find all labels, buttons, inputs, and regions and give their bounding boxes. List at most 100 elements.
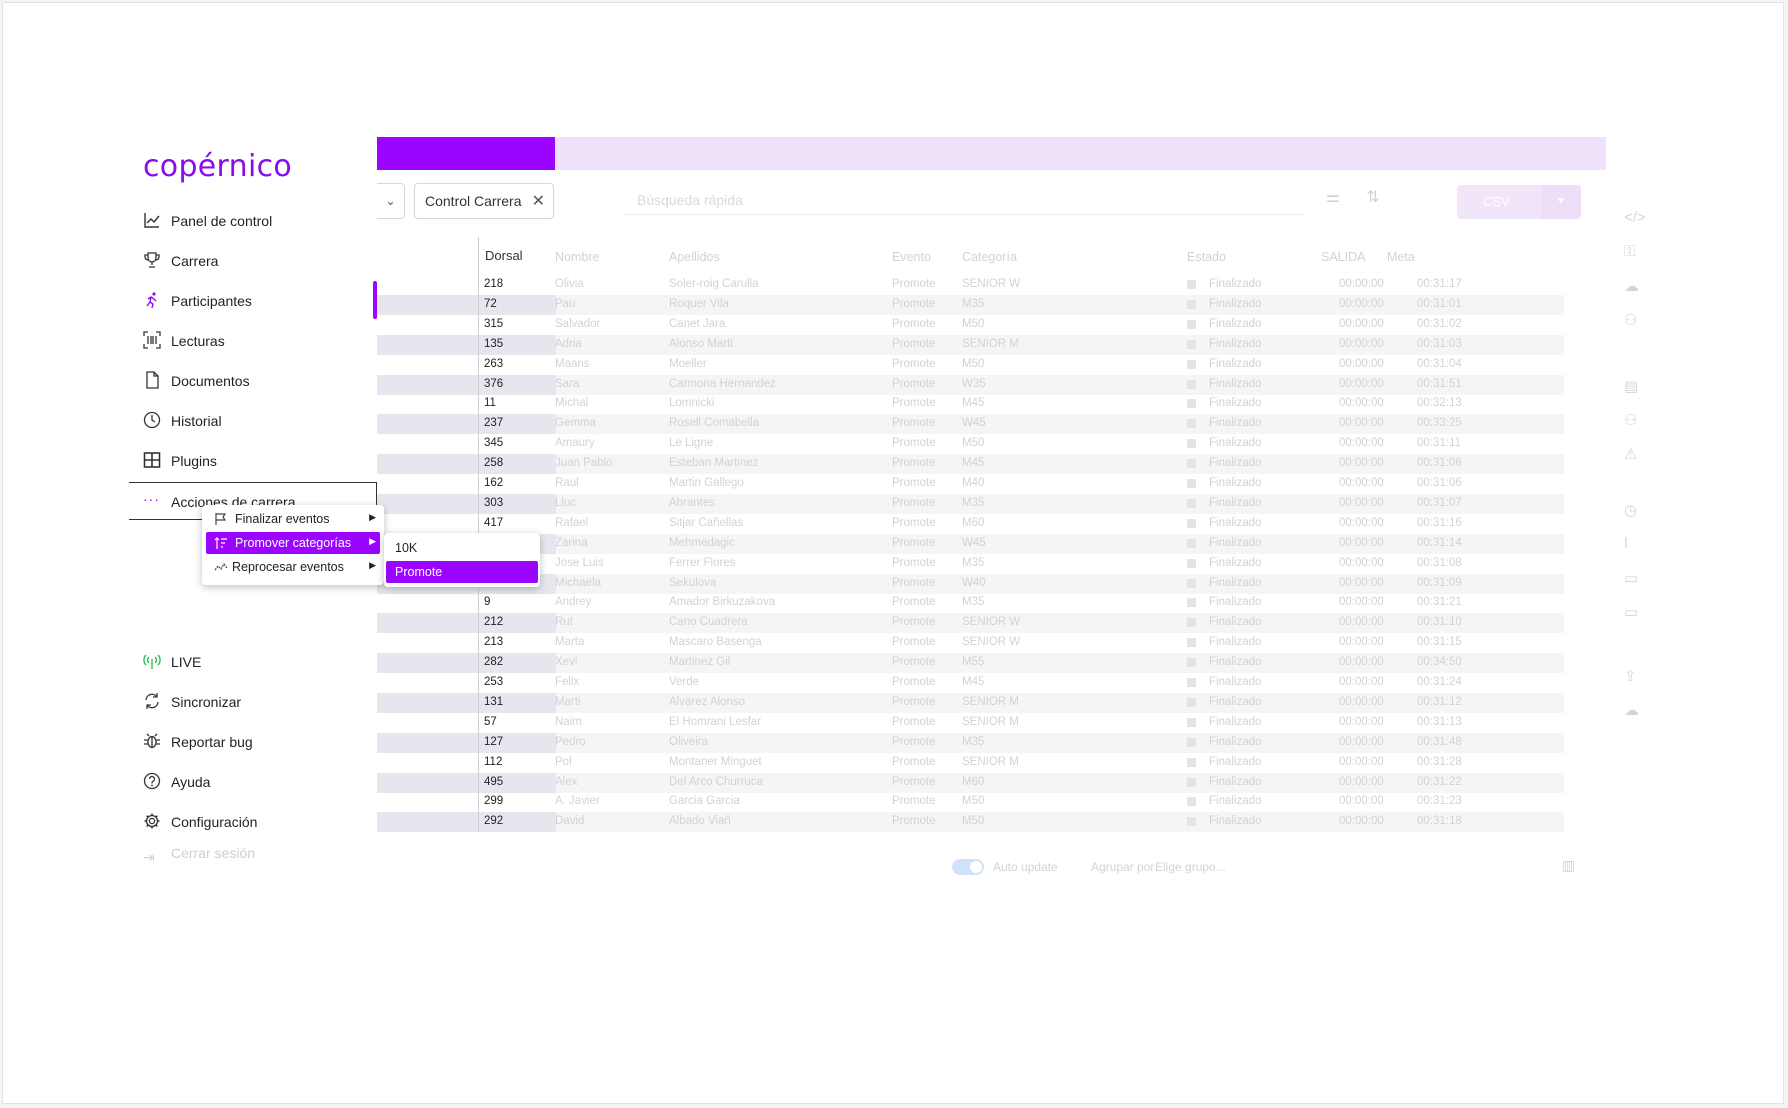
csv-dropdown-button[interactable]: ▼ — [1541, 185, 1581, 219]
col-meta[interactable]: Meta — [1387, 250, 1415, 264]
close-icon[interactable]: ✕ — [532, 191, 545, 211]
sidebar-item-historial[interactable]: Historial — [129, 403, 377, 439]
salida-cell: 00:00:00 — [1339, 537, 1384, 549]
col-nombre[interactable]: Nombre — [555, 250, 599, 264]
monitor-icon[interactable]: ▭ — [1624, 603, 1638, 621]
salida-cell: 00:00:00 — [1339, 736, 1384, 748]
table-row[interactable]: Amaury Le Ligne Promote M50 Finalizado 00:00:… — [549, 434, 1564, 454]
table-row[interactable]: Raul Martin Gallego Promote M40 Finalizado 00… — [549, 474, 1564, 494]
meta-cell: 00:33:25 — [1417, 417, 1462, 429]
table-row[interactable]: A. Javier Garcia Garcia Promote M50 Finaliza… — [549, 792, 1564, 812]
salida-cell: 00:00:00 — [1339, 298, 1384, 310]
salida-cell: 00:00:00 — [1339, 338, 1384, 350]
chevron-down-icon[interactable]: ⌄ — [377, 183, 405, 219]
stopwatch-icon[interactable]: ◷ — [1624, 501, 1637, 519]
table-row[interactable]: Naim El Homrani Lesfar Promote SENIOR M Fina… — [549, 713, 1564, 733]
sidebar-item-lecturas[interactable]: Lecturas — [129, 323, 377, 359]
evento-cell: Promote — [892, 756, 936, 768]
info-icon[interactable]: ǀ — [1624, 535, 1628, 552]
sidebar-item-configuracion[interactable]: Configuración — [129, 804, 377, 840]
sidebar-item-documentos[interactable]: Documentos — [129, 363, 377, 399]
table-row[interactable]: Alex Del Arco Churruca Promote M60 Finalizad… — [549, 773, 1564, 793]
laptop-icon[interactable]: ▭ — [1624, 569, 1638, 587]
menu-item-reprocesar-eventos[interactable]: Reprocesar eventos ▶ — [206, 556, 380, 578]
table-row[interactable]: Michaela Sekulova Promote W40 Finalizado 00:0… — [549, 574, 1564, 594]
cloud-upload-icon[interactable]: ☁ — [1624, 701, 1639, 719]
col-estado[interactable]: Estado — [1187, 250, 1226, 264]
table-row[interactable]: Juan Pablo Esteban Martinez Promote M45 Fina… — [549, 454, 1564, 474]
sidebar-item-ayuda[interactable]: Ayuda — [129, 764, 377, 800]
categoria-cell: M40 — [962, 477, 985, 489]
clipboard-icon[interactable]: ▤ — [1624, 377, 1638, 395]
menu-item-promover-categorias[interactable]: Promover categorías ▶ — [206, 532, 380, 554]
table-row[interactable]: Marta Mascaro Basenga Promote SENIOR W Final… — [549, 633, 1564, 653]
dorsal-cell: 258 — [478, 454, 556, 474]
col-dorsal[interactable]: Dorsal — [478, 237, 556, 275]
submenu-item-promote[interactable]: Promote — [386, 561, 538, 583]
table-row[interactable]: Gemma Rosell Comabella Promote W45 Finalizad… — [549, 414, 1564, 434]
table-row[interactable]: Xevi Martinez Gil Promote M55 Finalizado 00:0… — [549, 653, 1564, 673]
col-apellidos[interactable]: Apellidos — [669, 250, 720, 264]
table-row[interactable]: Olivia Soler-roig Carulla Promote SENIOR W F… — [549, 275, 1564, 295]
table-row[interactable]: Zarina Mehmedagic Promote W45 Finalizado 00:0… — [549, 534, 1564, 554]
table-row[interactable]: Pau Roquer Vila Promote M35 Finalizado 00:00:… — [549, 295, 1564, 315]
key-icon[interactable]: ⚿ — [1624, 243, 1635, 260]
table-row[interactable]: Andrey Amador Birkuzakova Promote M35 Finali… — [549, 593, 1564, 613]
menu-item-finalizar-eventos[interactable]: Finalizar eventos ▶ — [206, 508, 380, 530]
table-row[interactable]: David Albado Viaň Promote M50 Finalizado 00:0… — [549, 812, 1564, 832]
auto-update-toggle[interactable] — [952, 859, 984, 875]
submenu-item-10k[interactable]: 10K — [386, 537, 538, 559]
salida-cell: 00:00:00 — [1339, 318, 1384, 330]
sidebar-item-reportar-bug[interactable]: Reportar bug — [129, 724, 377, 760]
table-row[interactable]: Pedro Oliveira Promote M35 Finalizado 00:00:0… — [549, 733, 1564, 753]
evento-cell: Promote — [892, 517, 936, 529]
table-row-left-cell — [377, 593, 478, 613]
table-row-left-cell — [377, 633, 478, 653]
table-row[interactable]: Felix Verde Promote M45 Finalizado 00:00:00 00… — [549, 673, 1564, 693]
filter-chip[interactable]: Control Carrera ✕ — [414, 183, 554, 219]
col-categoria[interactable]: Categoría — [962, 250, 1017, 264]
table-row[interactable]: Michal Lomnicki Promote M45 Finalizado 00:00:… — [549, 394, 1564, 414]
code-icon[interactable]: </> — [1624, 209, 1646, 226]
status-flag-icon — [1187, 360, 1196, 369]
table-row[interactable]: Adria Alonso Marti Promote SENIOR M Finaliza… — [549, 335, 1564, 355]
estado-cell: Finalizado — [1209, 736, 1262, 748]
sidebar-item-panel-de-control[interactable]: Panel de control — [129, 203, 377, 239]
nombre-cell: Maans — [555, 358, 590, 370]
table-row[interactable]: Rafael Sitjar Cañellas Promote M60 Finalizad… — [549, 514, 1564, 534]
upload-icon[interactable]: ⇪ — [1624, 667, 1637, 685]
logout-button[interactable]: ⇥ Cerrar sesión — [129, 837, 377, 887]
categoria-cell: SENIOR W — [962, 616, 1021, 628]
meta-cell: 00:31:09 — [1417, 577, 1462, 589]
table-row[interactable]: Pol Montaner Minguet Promote SENIOR M Finali… — [549, 753, 1564, 773]
evento-cell: Promote — [892, 338, 936, 350]
warning-icon[interactable]: ⚠ — [1624, 445, 1637, 463]
sort-icon[interactable]: ⇅ — [1362, 187, 1384, 209]
col-evento[interactable]: Evento — [892, 250, 931, 264]
apellidos-cell: Mascaro Basenga — [669, 636, 762, 648]
table-row[interactable]: Lluc Abrantes Promote M35 Finalizado 00:00:00… — [549, 494, 1564, 514]
table-row[interactable]: Marti Alvarez Alonso Promote SENIOR M Finali… — [549, 693, 1564, 713]
meta-cell: 00:31:48 — [1417, 736, 1462, 748]
document-icon — [146, 371, 159, 389]
users-icon[interactable]: ⚇ — [1624, 411, 1637, 429]
meta-cell: 00:31:12 — [1417, 696, 1462, 708]
sidebar-item-live[interactable]: LIVE — [129, 644, 377, 680]
sidebar-item-participantes[interactable]: Participantes — [129, 283, 377, 319]
table-row[interactable]: Salvador Canet Jara Promote M50 Finalizado 00… — [549, 315, 1564, 335]
table-row[interactable]: Rut Cano Cuadrera Promote SENIOR W Finalizad… — [549, 613, 1564, 633]
add-user-icon[interactable]: ⚇ — [1624, 311, 1637, 329]
col-salida[interactable]: SALIDA — [1321, 250, 1365, 264]
columns-icon[interactable]: ▥ — [1562, 857, 1575, 874]
cloud-icon[interactable]: ☁ — [1624, 277, 1639, 295]
sidebar-item-sincronizar[interactable]: Sincronizar — [129, 684, 377, 720]
sidebar-item-carrera[interactable]: Carrera — [129, 243, 377, 279]
group-by-select[interactable]: Elige grupo... — [1155, 860, 1226, 874]
filter-sliders-icon[interactable]: ⚌ — [1322, 187, 1344, 209]
table-row[interactable]: Jose Luis Ferrer Flores Promote M35 Finaliza… — [549, 554, 1564, 574]
table-row[interactable]: Maans Moeller Promote M50 Finalizado 00:00:00… — [549, 355, 1564, 375]
runner-icon — [146, 292, 157, 309]
sidebar-item-plugins[interactable]: Plugins — [129, 443, 377, 479]
search-input[interactable]: Búsqueda rápida — [625, 183, 1303, 215]
table-row[interactable]: Sara Carmona Hernandez Promote W35 Finalizad… — [549, 375, 1564, 395]
